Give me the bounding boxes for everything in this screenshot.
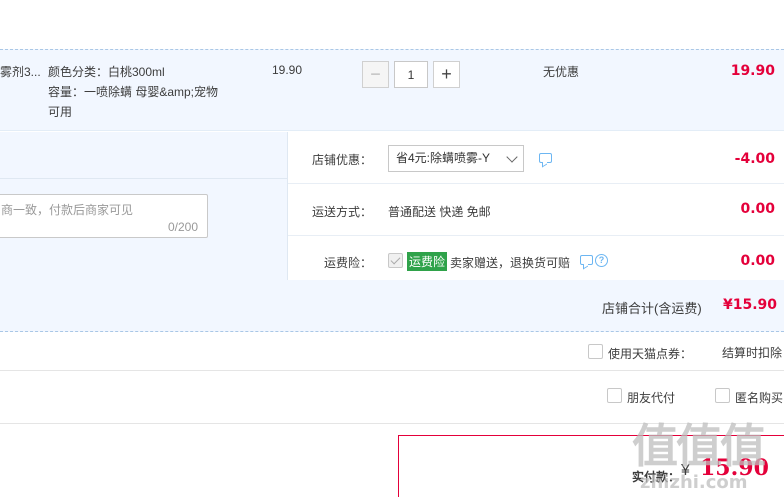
item-sku-capacity-cont: 可用 xyxy=(48,105,73,119)
delivery-value: 普通配送 快递 免邮 xyxy=(388,205,491,219)
question-circle-icon[interactable]: ? xyxy=(595,254,608,267)
anonymous-checkbox[interactable] xyxy=(715,388,730,403)
friend-pay-checkbox[interactable] xyxy=(607,388,622,403)
divider xyxy=(288,235,784,236)
shop-coupon-select[interactable]: 省4元:除螨喷雾-Y xyxy=(388,145,524,172)
chat-bubble-icon[interactable] xyxy=(580,255,593,265)
friend-pay-label: 朋友代付 xyxy=(627,391,676,405)
watermark-domain: zhizhi.com xyxy=(640,472,748,493)
tmall-points-label: 使用天猫点券： xyxy=(608,347,693,361)
item-unit-price: 19.90 xyxy=(272,63,303,77)
quantity-stepper: − 1 + xyxy=(362,61,460,88)
insurance-amount: 0.00 xyxy=(740,253,775,269)
item-sku-capacity: 容量：一喷除螨 母婴&amp;宠物 xyxy=(48,85,219,99)
top-area xyxy=(0,0,784,49)
quantity-input[interactable]: 1 xyxy=(394,61,428,88)
item-name[interactable]: 雾剂3... xyxy=(0,63,41,80)
anonymous-label: 匿名购买 xyxy=(735,391,784,405)
tmall-points-checkbox[interactable] xyxy=(588,344,603,359)
item-discount: 无优惠 xyxy=(543,65,580,79)
insurance-text: 卖家赠送，退换货可赔 xyxy=(450,256,571,270)
quantity-decrease-button[interactable]: − xyxy=(362,61,389,88)
delivery-label: 运送方式： xyxy=(312,205,373,219)
item-total: 19.90 xyxy=(730,63,775,79)
shop-coupon-amount: -4.00 xyxy=(734,151,775,167)
divider xyxy=(288,183,784,184)
chat-bubble-icon[interactable] xyxy=(539,153,552,163)
chevron-down-icon xyxy=(506,151,518,163)
message-placeholder: 商一致，付款后商家可见 xyxy=(1,203,134,217)
message-char-count: 0/200 xyxy=(167,220,198,234)
item-sku-color: 颜色分类：白桃300ml xyxy=(48,65,165,79)
insurance-label: 运费险： xyxy=(324,256,373,270)
tmall-points-note: 结算时扣除 xyxy=(722,346,783,360)
shop-coupon-selected: 省4元:除螨喷雾-Y xyxy=(396,151,491,165)
buyer-message-input[interactable]: 商一致，付款后商家可见 0/200 xyxy=(0,194,208,238)
shop-coupon-label: 店铺优惠： xyxy=(312,153,373,167)
quantity-increase-button[interactable]: + xyxy=(433,61,460,88)
shop-subtotal-value: ¥15.90 xyxy=(722,297,777,313)
insurance-checkbox[interactable] xyxy=(388,253,403,268)
watermark-logo: 值值值 xyxy=(632,419,766,473)
divider xyxy=(0,370,784,371)
shop-subtotal-label: 店铺合计(含运费) xyxy=(602,301,702,316)
order-confirm-page: 雾剂3... 颜色分类：白桃300ml 容量：一喷除螨 母婴&amp;宠物 可用… xyxy=(0,0,784,497)
insurance-tag: 运费险 xyxy=(407,252,448,271)
delivery-amount: 0.00 xyxy=(740,201,775,217)
